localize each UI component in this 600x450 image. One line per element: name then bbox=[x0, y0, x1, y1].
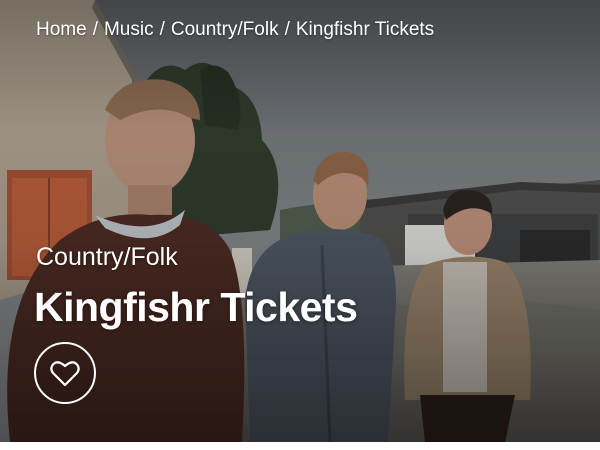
breadcrumb-separator: / bbox=[92, 19, 98, 40]
breadcrumb-current-page[interactable]: Kingfishr Tickets bbox=[296, 19, 434, 40]
breadcrumb-separator: / bbox=[159, 19, 165, 40]
breadcrumb-separator: / bbox=[284, 19, 290, 40]
breadcrumb: Home / Music / Country/Folk / Kingfishr Ticket… bbox=[36, 19, 580, 41]
heart-outline-icon bbox=[50, 360, 80, 386]
hero-banner: Home / Music / Country/Folk / Kingfishr Ticket… bbox=[0, 0, 600, 442]
breadcrumb-home-link[interactable]: Home bbox=[36, 19, 87, 40]
breadcrumb-country-folk-link[interactable]: Country/Folk bbox=[171, 19, 279, 40]
page-title: Kingfishr Tickets bbox=[34, 284, 358, 330]
genre-label: Country/Folk bbox=[36, 243, 178, 271]
breadcrumb-music-link[interactable]: Music bbox=[104, 19, 154, 40]
favorite-button[interactable] bbox=[34, 342, 96, 404]
